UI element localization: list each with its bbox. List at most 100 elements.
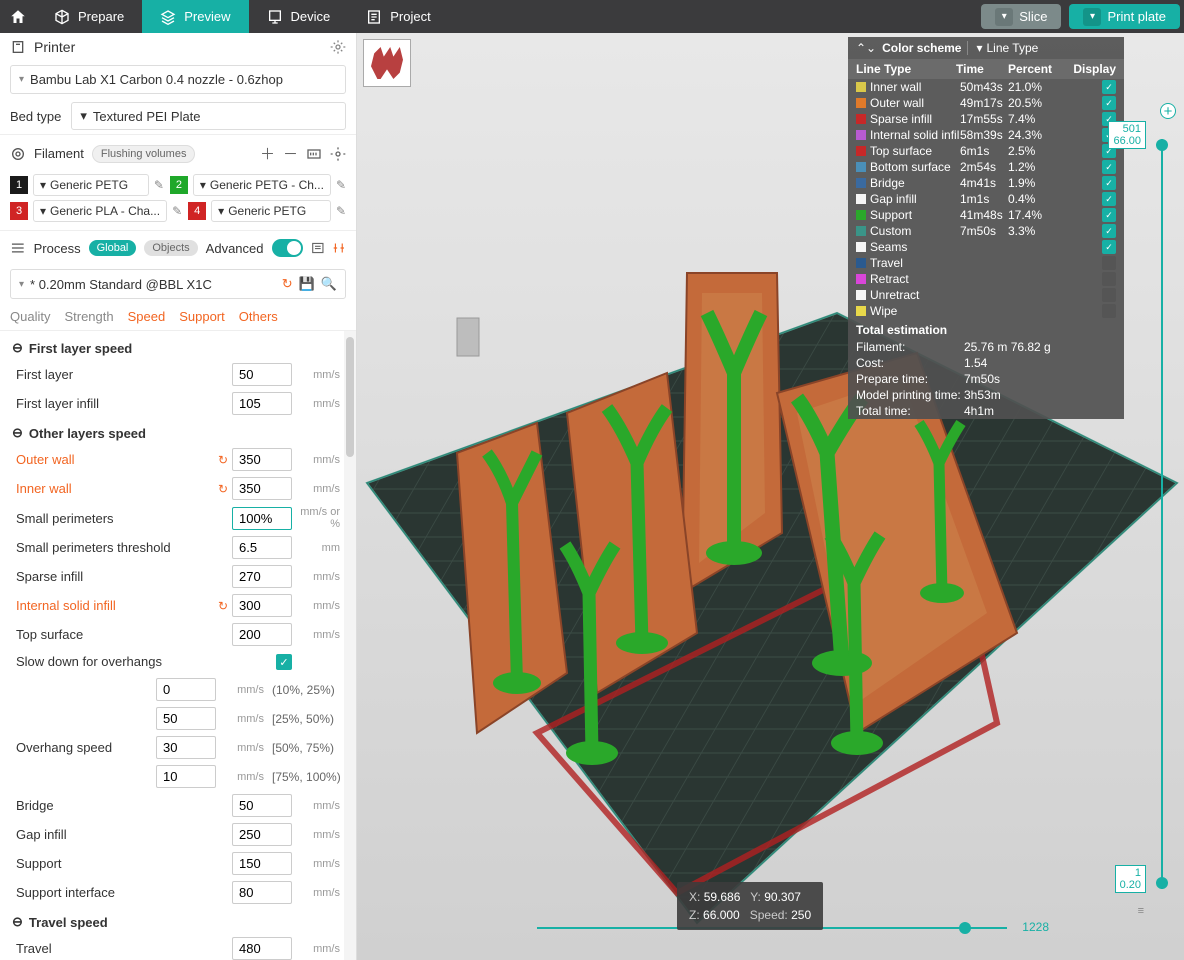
support-interface-input[interactable] bbox=[232, 881, 292, 904]
reset-icon[interactable]: ↻ bbox=[218, 599, 228, 613]
ams-icon[interactable] bbox=[306, 146, 322, 162]
reset-icon[interactable]: ↻ bbox=[282, 276, 293, 292]
scrollbar[interactable] bbox=[344, 331, 356, 960]
expand-icon[interactable]: ⌃⌄ bbox=[856, 41, 876, 55]
overhang-input-2[interactable] bbox=[156, 736, 216, 759]
internal-solid-infill-input[interactable] bbox=[232, 594, 292, 617]
travel-input[interactable] bbox=[232, 937, 292, 960]
bed-type-dropdown[interactable]: ▾ Textured PEI Plate bbox=[71, 102, 346, 130]
first-layer-input[interactable] bbox=[232, 363, 292, 386]
color-scheme-dropdown[interactable]: ▾Line Type bbox=[967, 41, 1116, 55]
display-checkbox[interactable] bbox=[1102, 304, 1116, 318]
tab-speed[interactable]: Speed bbox=[128, 309, 166, 324]
gear-icon[interactable] bbox=[330, 146, 346, 162]
edit-icon[interactable]: ✎ bbox=[336, 178, 346, 192]
sparse-infill-input[interactable] bbox=[232, 565, 292, 588]
global-pill[interactable]: Global bbox=[89, 240, 137, 256]
chevron-down-icon: ▾ bbox=[40, 204, 46, 218]
tab-prepare[interactable]: Prepare bbox=[36, 0, 142, 33]
tab-preview[interactable]: Preview bbox=[142, 0, 248, 33]
tab-others[interactable]: Others bbox=[239, 309, 278, 324]
objects-pill[interactable]: Objects bbox=[144, 240, 197, 256]
top-surface-input[interactable] bbox=[232, 623, 292, 646]
display-checkbox[interactable]: ✓ bbox=[1102, 80, 1116, 94]
filament-dropdown-1[interactable]: ▾Generic PETG bbox=[33, 174, 149, 196]
edit-icon[interactable]: ✎ bbox=[336, 204, 346, 218]
support-input[interactable] bbox=[232, 852, 292, 875]
layer-slider[interactable]: + 50166.00 10.20 ≡ bbox=[1152, 139, 1172, 889]
plus-icon[interactable]: + bbox=[1160, 103, 1176, 119]
printer-value: Bambu Lab X1 Carbon 0.4 nozzle - 0.6zhop bbox=[30, 72, 283, 87]
color-swatch bbox=[856, 226, 866, 236]
filament-swatch-3[interactable]: 3 bbox=[10, 202, 28, 220]
color-scheme-label: Color scheme bbox=[882, 41, 961, 55]
plate-thumbnail[interactable] bbox=[363, 39, 411, 87]
display-checkbox[interactable] bbox=[1102, 272, 1116, 286]
first-layer-infill-input[interactable] bbox=[232, 392, 292, 415]
display-checkbox[interactable]: ✓ bbox=[1102, 160, 1116, 174]
line-type-name: Outer wall bbox=[870, 96, 960, 110]
display-checkbox[interactable] bbox=[1102, 256, 1116, 270]
slice-button[interactable]: ▾ Slice bbox=[981, 4, 1061, 29]
save-icon[interactable]: 💾 bbox=[299, 276, 315, 292]
filament-dropdown-3[interactable]: ▾Generic PLA - Cha... bbox=[33, 200, 167, 222]
process-section: Process GlobalObjects Advanced bbox=[0, 230, 356, 265]
overhang-input-0[interactable] bbox=[156, 678, 216, 701]
reset-icon[interactable]: ↻ bbox=[218, 453, 228, 467]
line-type-row: Bottom surface 2m54s 1.2% ✓ bbox=[848, 159, 1124, 175]
first-layer-label: First layer bbox=[12, 367, 232, 382]
add-filament-button[interactable]: ＋ bbox=[260, 143, 275, 164]
line-type-name: Seams bbox=[870, 240, 960, 254]
gear-icon[interactable] bbox=[330, 39, 346, 55]
line-type-name: Retract bbox=[870, 272, 960, 286]
tab-support[interactable]: Support bbox=[179, 309, 225, 324]
print-plate-button[interactable]: ▾ Print plate bbox=[1069, 4, 1180, 29]
process-profile-dropdown[interactable]: ▾ * 0.20mm Standard @BBL X1C ↻ 💾 🔍 bbox=[10, 269, 346, 299]
line-type-name: Gap infill bbox=[870, 192, 960, 206]
search-icon[interactable]: 🔍 bbox=[321, 276, 337, 292]
edit-icon[interactable]: ✎ bbox=[172, 204, 182, 218]
chevron-down-icon: ▾ bbox=[200, 178, 206, 192]
filament-swatch-4[interactable]: 4 bbox=[188, 202, 206, 220]
gap-infill-input[interactable] bbox=[232, 823, 292, 846]
filament-dropdown-2[interactable]: ▾Generic PETG - Ch... bbox=[193, 174, 331, 196]
edit-icon[interactable]: ✎ bbox=[154, 178, 164, 192]
group-travel-speed: ⊖Travel speed bbox=[12, 907, 344, 934]
inner-wall-input[interactable] bbox=[232, 477, 292, 500]
small-perimeters-threshold-input[interactable] bbox=[232, 536, 292, 559]
display-checkbox[interactable]: ✓ bbox=[1102, 176, 1116, 190]
display-checkbox[interactable]: ✓ bbox=[1102, 240, 1116, 254]
chevron-down-icon: ▾ bbox=[1083, 8, 1101, 26]
line-type-name: Wipe bbox=[870, 304, 960, 318]
remove-filament-button[interactable]: － bbox=[283, 143, 298, 164]
filament-dropdown-4[interactable]: ▾Generic PETG bbox=[211, 200, 331, 222]
cube-icon bbox=[54, 9, 70, 25]
display-checkbox[interactable]: ✓ bbox=[1102, 192, 1116, 206]
flushing-volumes-button[interactable]: Flushing volumes bbox=[92, 145, 196, 163]
list-icon[interactable] bbox=[311, 241, 325, 255]
outer-wall-input[interactable] bbox=[232, 448, 292, 471]
display-checkbox[interactable]: ✓ bbox=[1102, 208, 1116, 222]
overhang-input-1[interactable] bbox=[156, 707, 216, 730]
tab-project[interactable]: Project bbox=[348, 0, 448, 33]
compare-icon[interactable] bbox=[332, 241, 346, 255]
reset-icon[interactable]: ↻ bbox=[218, 482, 228, 496]
advanced-toggle[interactable] bbox=[272, 239, 303, 257]
bridge-input[interactable] bbox=[232, 794, 292, 817]
tab-device[interactable]: Device bbox=[249, 0, 349, 33]
slow-overhangs-checkbox[interactable]: ✓ bbox=[276, 654, 292, 670]
tab-quality[interactable]: Quality bbox=[10, 309, 50, 324]
filament-swatch-1[interactable]: 1 bbox=[10, 176, 28, 194]
layer-lane-icon[interactable]: ≡ bbox=[1138, 905, 1144, 917]
filament-swatch-2[interactable]: 2 bbox=[170, 176, 188, 194]
home-button[interactable] bbox=[0, 0, 36, 33]
layers-icon bbox=[160, 9, 176, 25]
small-perimeters-input[interactable] bbox=[232, 507, 292, 530]
display-checkbox[interactable]: ✓ bbox=[1102, 224, 1116, 238]
tab-strength[interactable]: Strength bbox=[64, 309, 113, 324]
display-checkbox[interactable]: ✓ bbox=[1102, 96, 1116, 110]
printer-dropdown[interactable]: ▾ Bambu Lab X1 Carbon 0.4 nozzle - 0.6zh… bbox=[10, 65, 346, 94]
display-checkbox[interactable] bbox=[1102, 288, 1116, 302]
preview-viewport[interactable]: ⌃⌄ Color scheme ▾Line Type Line Type Tim… bbox=[357, 33, 1184, 960]
overhang-input-3[interactable] bbox=[156, 765, 216, 788]
